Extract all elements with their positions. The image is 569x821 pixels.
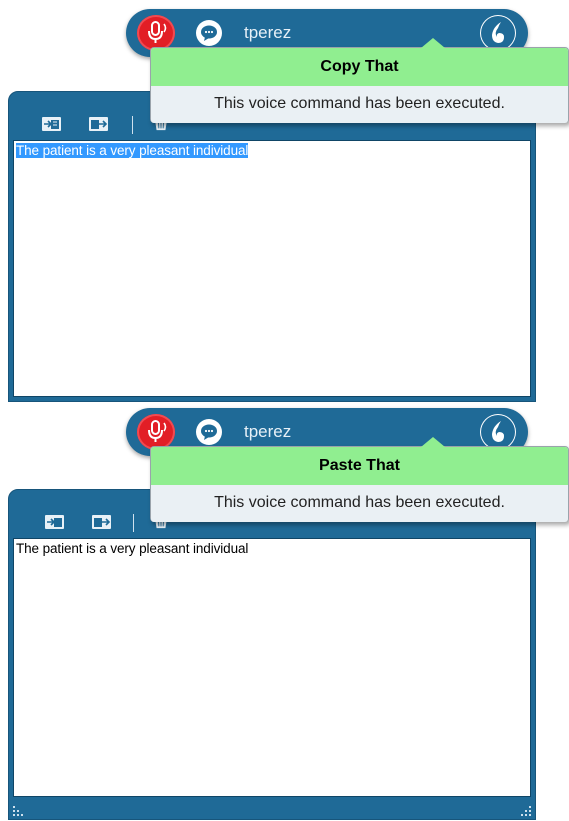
toolbar-separator — [133, 514, 134, 532]
dictation-box: The patient is a very pleasant individua… — [8, 91, 536, 402]
transfer-in-icon[interactable] — [42, 116, 62, 132]
dictation-text-area[interactable]: The patient is a very pleasant individua… — [13, 140, 531, 397]
transfer-out-icon[interactable] — [89, 116, 109, 132]
message-button[interactable] — [196, 419, 222, 445]
dictation-text-area[interactable]: The patient is a very pleasant individua… — [13, 538, 531, 797]
paste-that-panel: The patient is a very pleasant individua… — [0, 400, 569, 821]
microphone-button[interactable] — [137, 414, 175, 450]
copy-that-panel: The patient is a very pleasant individua… — [0, 0, 569, 402]
notification-pointer — [421, 38, 445, 48]
username-label: tperez — [244, 23, 292, 42]
username-label: tperez — [244, 422, 292, 441]
resize-grip-icon[interactable] — [521, 806, 531, 816]
message-button[interactable] — [196, 20, 222, 46]
dragon-flame-icon — [481, 415, 515, 449]
dictation-status-bar — [9, 797, 535, 819]
toolbar-separator — [132, 116, 133, 134]
notification-pointer — [421, 437, 445, 447]
notification-message: This voice command has been executed. — [151, 485, 568, 522]
dragon-logo-button[interactable] — [480, 414, 516, 450]
microphone-button[interactable] — [137, 15, 175, 51]
dragon-flame-icon — [481, 16, 515, 50]
dictation-box: The patient is a very pleasant individua… — [8, 489, 536, 820]
notification-title: Copy That — [151, 48, 568, 87]
dictated-text[interactable]: The patient is a very pleasant individua… — [16, 143, 248, 158]
dragon-logo-button[interactable] — [480, 15, 516, 51]
transfer-in-icon[interactable] — [45, 514, 65, 530]
speech-bubble-icon — [201, 424, 217, 440]
microphone-icon — [148, 420, 167, 442]
command-notification: Copy That This voice command has been ex… — [150, 38, 569, 123]
dictated-text[interactable]: The patient is a very pleasant individua… — [16, 541, 248, 556]
command-notification: Paste That This voice command has been e… — [150, 437, 569, 522]
transfer-out-icon[interactable] — [92, 514, 112, 530]
left-grip-icon[interactable] — [13, 806, 23, 816]
notification-title: Paste That — [151, 447, 568, 486]
notification-message: This voice command has been executed. — [151, 86, 568, 123]
microphone-icon — [148, 21, 167, 43]
speech-bubble-icon — [201, 25, 217, 41]
